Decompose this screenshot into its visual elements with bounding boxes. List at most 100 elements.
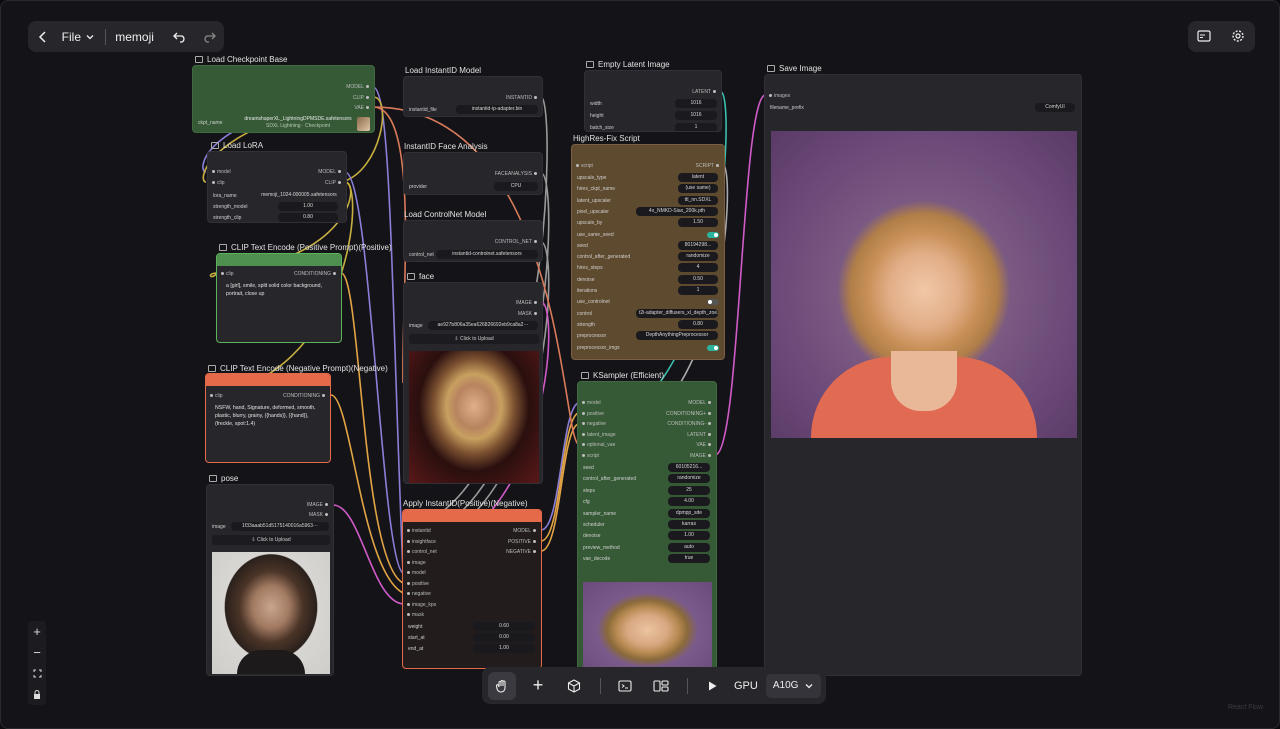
node-load-checkpoint[interactable]: MODEL CLIP VAE ckpt_name dreamshaperXL_L… [192,65,375,133]
strength-clip-input[interactable]: 0.80 [278,213,338,222]
input-script[interactable]: script [576,162,593,170]
pose-upload-button[interactable]: ⇩ Click to Upload [212,535,330,545]
back-button[interactable] [28,21,58,52]
end-at-input[interactable]: 1.00 [473,644,535,653]
react-flow-attribution[interactable]: React Flow [1228,704,1263,711]
input-image[interactable]: image [407,559,426,567]
add-node-button[interactable]: + [524,672,552,700]
output-instantid[interactable]: INSTANTID [506,94,537,102]
batch-size-input[interactable]: 1 [675,123,717,131]
output-conditioning[interactable]: CONDITIONING- [667,420,711,428]
input-image-kps[interactable]: image_kps [407,601,436,609]
node-load-instantid[interactable]: INSTANTID instantid_file instantid-ip-ada… [403,76,543,117]
input-clip[interactable]: clip [212,179,225,187]
output-model[interactable]: MODEL [346,83,369,91]
lora-name-select[interactable]: memoji_1024-000005.safetensors [256,191,342,200]
output-image[interactable]: IMAGE [516,299,537,307]
output-conditioning[interactable]: CONDITIONING [283,392,325,400]
hires-field-value[interactable]: 1 [678,286,718,295]
hires-field-value[interactable]: 4 [678,263,718,273]
hires-field-value[interactable]: 1.50 [678,218,718,228]
hires-field-value[interactable]: t2i-adapter_diffusers_xl_depth_zoe.saf··… [636,308,718,318]
ksampler-field-value[interactable]: dpmpp_sde [668,508,710,518]
output-controlnet[interactable]: CONTROL_NET [495,238,537,246]
output-conditioning[interactable]: CONDITIONING [294,270,336,278]
width-input[interactable]: 1016 [675,99,717,108]
input-mask[interactable]: mask [407,611,424,619]
zoom-in-button[interactable]: + [28,621,46,642]
ckpt-name-select[interactable]: dreamshaperXL_LightningDPMSDE.safetensor… [239,116,357,129]
node-load-lora[interactable]: model clip MODEL CLIP lora_name memoji_10… [207,151,347,223]
node-apply-instantid[interactable]: instantid insightface control_net image mode… [402,509,542,669]
face-image-select[interactable]: ae927b806a35ea626826692eb9ca8a2··· [428,321,538,330]
ksampler-field-value[interactable]: randomize [668,474,710,484]
input-optional-vae[interactable]: optional_vae [582,441,615,449]
toggle-switch[interactable] [707,299,719,306]
output-image[interactable]: IMAGE [690,452,711,460]
input-positive[interactable]: positive [582,410,604,418]
output-model[interactable]: MODEL [688,399,711,407]
ksampler-field-value[interactable]: 1.00 [668,531,710,541]
node-load-controlnet[interactable]: CONTROL_NET control_net instantid-control… [403,220,543,262]
provider-select[interactable]: CPU [494,182,538,191]
pan-tool-button[interactable] [488,671,516,700]
hires-field-value[interactable]: 0.50 [678,274,718,284]
output-positive[interactable]: POSITIVE [508,538,536,546]
ksampler-field-value[interactable]: auto [668,542,710,552]
toggle-switch[interactable] [707,344,719,351]
layout-button[interactable] [647,672,675,700]
output-faceanalysis[interactable]: FACEANALYSIS [495,170,537,178]
undo-button[interactable] [165,21,195,52]
output-latent[interactable]: LATENT [687,431,711,439]
output-model[interactable]: MODEL [513,527,536,535]
models-button[interactable] [560,672,588,700]
filename-prefix-input[interactable]: ComfyUI [1035,103,1075,112]
output-script[interactable]: SCRIPT [696,162,719,170]
fit-view-button[interactable] [28,663,46,684]
node-clip-negative[interactable]: clip CONDITIONING NSFW, hand, Signature,… [205,373,331,463]
ksampler-field-value[interactable]: karras [668,520,710,529]
input-latent-image[interactable]: latent_image [582,431,616,439]
node-ksampler[interactable]: model positive negative latent_imageoptiona… [577,381,717,677]
output-vae[interactable]: VAE [354,104,369,112]
ksampler-field-value[interactable]: 4.00 [668,497,710,507]
file-menu-button[interactable]: File [58,21,100,52]
input-positive[interactable]: positive [407,580,429,588]
node-clip-positive[interactable]: clip CONDITIONING a [girl], smile, split… [216,253,342,343]
hires-field-value[interactable]: ttl_nn.SDXL [678,195,718,205]
input-model[interactable]: model [582,399,601,407]
lock-button[interactable] [28,684,46,705]
start-at-input[interactable]: 0.00 [473,633,535,642]
input-model[interactable]: model [212,168,231,176]
positive-prompt-textarea[interactable]: a [girl], smile, split solid color backg… [226,282,336,298]
strength-model-input[interactable]: 1.00 [278,202,338,211]
input-model[interactable]: model [407,569,426,577]
zoom-out-button[interactable]: − [28,642,46,663]
redo-button[interactable] [194,21,224,52]
input-instantid[interactable]: instantid [407,527,431,535]
input-script[interactable]: script [582,452,599,460]
hires-field-value[interactable]: DepthAnythingPreprocessor [636,331,718,341]
controlnet-select[interactable]: instantid-controlnet.safetensors [436,250,538,259]
output-latent[interactable]: LATENT [692,88,716,96]
input-negative[interactable]: negative [582,420,606,428]
input-images[interactable]: images [769,92,790,100]
ksampler-field-value[interactable]: 25 [668,485,710,495]
output-image[interactable]: IMAGE [307,501,328,509]
run-button[interactable] [698,672,726,700]
output-vae[interactable]: VAE [696,441,711,449]
flow-canvas[interactable]: File memoji Load Checkpoint Base MODEL C… [0,0,1280,729]
project-name[interactable]: memoji [115,30,164,44]
hires-field-value[interactable]: 4x_NMKD-Siax_200k.pth [636,206,718,216]
face-upload-button[interactable]: ⇩ Click to Upload [409,334,539,344]
node-face-analysis[interactable]: FACEANALYSIS provider CPU [403,152,543,195]
panel-button[interactable] [1197,29,1211,48]
node-pose-image[interactable]: IMAGE MASK image 1f33aaab51d5175140016a59… [206,484,334,676]
input-insightface[interactable]: insightface [407,538,436,546]
toggle-switch[interactable] [707,231,719,238]
node-face-image[interactable]: IMAGE MASK image ae927b806a35ea626826692e… [403,282,543,484]
gpu-select[interactable]: A10G [765,673,822,698]
hires-field-value[interactable]: 80194298... [678,240,718,250]
output-mask[interactable]: MASK [518,310,537,318]
ksampler-field-value[interactable]: 60105216... [668,463,710,472]
